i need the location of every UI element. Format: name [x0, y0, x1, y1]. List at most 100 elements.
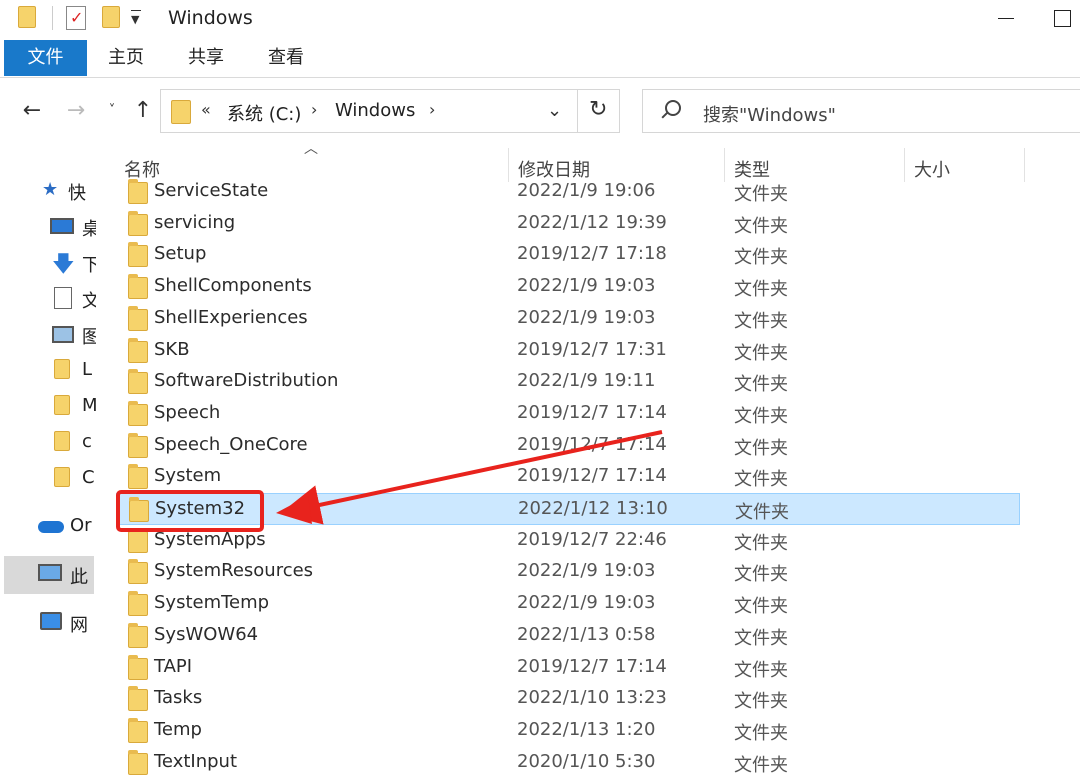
file-name: TextInput: [154, 750, 238, 772]
file-list: ︿ 名称 修改日期 类型 大小 ServiceState 2022/1/9 19:…: [108, 140, 1080, 775]
address-dropdown-icon[interactable]: ⌄: [547, 100, 562, 121]
nav-quick-access[interactable]: ★ 快: [0, 174, 100, 208]
minimize-button[interactable]: [994, 4, 1024, 34]
file-row[interactable]: Speech 2019/12/7 17:14 文件夹: [116, 398, 1020, 430]
file-row[interactable]: Speech_OneCore 2019/12/7 17:14 文件夹: [116, 430, 1020, 462]
nav-label: 桌: [82, 219, 96, 240]
folder-icon: [128, 527, 148, 553]
file-date-modified: 2019/12/7 17:14: [517, 465, 667, 487]
search-input[interactable]: 搜索"Windows": [703, 101, 836, 127]
back-button[interactable]: ←: [18, 96, 46, 126]
file-name: ShellExperiences: [154, 306, 308, 328]
file-type: 文件夹: [734, 754, 788, 775]
file-date-modified: 2022/1/9 19:03: [517, 275, 656, 297]
file-date-modified: 2022/1/9 19:06: [517, 180, 656, 201]
folder-icon: [128, 559, 148, 585]
file-name: Speech: [154, 401, 221, 423]
nav-label: 快: [68, 183, 86, 204]
file-row[interactable]: SKB 2019/12/7 17:31 文件夹: [116, 335, 1020, 367]
file-name: SoftwareDistribution: [154, 370, 339, 392]
file-row[interactable]: SystemResources 2022/1/9 19:03 文件夹: [116, 556, 1020, 588]
folder-icon: [128, 591, 148, 617]
file-row[interactable]: ServiceState 2022/1/9 19:06 文件夹: [116, 176, 1020, 208]
nav-folder-c2[interactable]: C: [0, 462, 100, 496]
document-icon: [54, 287, 72, 309]
file-name: Setup: [154, 243, 207, 265]
file-name: TAPI: [154, 655, 193, 677]
file-date-modified: 2022/1/9 19:11: [517, 370, 656, 392]
nav-folder-c[interactable]: c: [0, 426, 100, 460]
folder-icon: [54, 431, 70, 451]
file-row[interactable]: System 2019/12/7 17:14 文件夹: [116, 461, 1020, 493]
file-date-modified: 2019/12/7 17:14: [517, 433, 667, 455]
folder-icon: [128, 622, 148, 648]
search-box[interactable]: 搜索"Windows": [642, 89, 1080, 133]
file-row[interactable]: Setup 2019/12/7 17:18 文件夹: [116, 239, 1020, 271]
file-name: SysWOW64: [154, 623, 259, 645]
file-row[interactable]: TextInput 2020/1/10 5:30 文件夹: [116, 747, 1020, 775]
nav-label: 下: [82, 255, 96, 276]
file-date-modified: 2022/1/9 19:03: [517, 592, 656, 614]
navigation-pane: ★ 快 桌 🡇 下 文 图 L M c C Or 此 网: [0, 150, 100, 775]
nav-label: Or: [70, 515, 92, 536]
forward-button[interactable]: →: [62, 96, 90, 126]
file-row[interactable]: SoftwareDistribution 2022/1/9 19:11 文件夹: [116, 366, 1020, 398]
file-name: Temp: [154, 718, 202, 740]
nav-pictures[interactable]: 图: [0, 318, 100, 352]
file-row[interactable]: Tasks 2022/1/10 13:23 文件夹: [116, 683, 1020, 715]
breadcrumb-overflow[interactable]: «: [201, 100, 211, 119]
folder-icon: [171, 100, 191, 124]
breadcrumb-chevron-icon[interactable]: ›: [429, 100, 435, 119]
file-row[interactable]: Temp 2022/1/13 1:20 文件夹: [116, 715, 1020, 747]
nav-onedrive[interactable]: Or: [0, 510, 100, 544]
sort-ascending-icon: ︿: [304, 141, 318, 157]
quick-access-separator: [52, 6, 53, 30]
nav-label: c: [82, 431, 92, 452]
up-button[interactable]: ↑: [130, 96, 156, 126]
maximize-button[interactable]: [1050, 4, 1080, 34]
title-bar: ▼ Windows: [0, 0, 1080, 38]
folder-icon: [128, 400, 148, 426]
properties-icon[interactable]: [66, 6, 86, 30]
breadcrumb-chevron-icon[interactable]: ›: [311, 100, 317, 119]
file-type: 文件夹: [734, 532, 788, 554]
recent-locations-chevron-icon[interactable]: ˅: [104, 96, 120, 126]
refresh-icon[interactable]: ↻: [589, 97, 607, 122]
folder-icon: [128, 210, 148, 236]
file-name: servicing: [154, 211, 236, 233]
nav-folder-m[interactable]: M: [0, 390, 100, 424]
nav-this-pc[interactable]: 此: [4, 556, 94, 594]
address-bar[interactable]: « 系统 (C:) › Windows › ⌄ ↻: [160, 89, 620, 133]
breadcrumb-drive[interactable]: 系统 (C:): [227, 100, 301, 126]
folder-icon: [128, 654, 148, 680]
folder-icon: [128, 686, 148, 712]
quick-access-dropdown-icon[interactable]: ▼: [131, 10, 141, 26]
column-divider[interactable]: [1024, 148, 1025, 182]
file-row[interactable]: ShellExperiences 2022/1/9 19:03 文件夹: [116, 303, 1020, 335]
nav-documents[interactable]: 文: [0, 282, 100, 316]
nav-desktop[interactable]: 桌: [0, 210, 100, 244]
nav-folder-l[interactable]: L: [0, 354, 100, 388]
file-date-modified: 2019/12/7 17:14: [517, 655, 667, 677]
file-row[interactable]: TAPI 2019/12/7 17:14 文件夹: [116, 652, 1020, 684]
tab-view[interactable]: 查看: [268, 40, 304, 76]
tab-home[interactable]: 主页: [108, 40, 144, 76]
nav-label: C: [82, 467, 95, 488]
file-row[interactable]: SysWOW64 2022/1/13 0:58 文件夹: [116, 620, 1020, 652]
file-row[interactable]: ShellComponents 2022/1/9 19:03 文件夹: [116, 271, 1020, 303]
tab-file[interactable]: 文件: [4, 40, 87, 76]
nav-network[interactable]: 网: [0, 606, 100, 640]
folder-icon: [128, 369, 148, 395]
breadcrumb-windows[interactable]: Windows: [335, 100, 415, 121]
this-pc-icon: [38, 564, 62, 581]
file-row[interactable]: SystemTemp 2022/1/9 19:03 文件夹: [116, 588, 1020, 620]
new-folder-icon[interactable]: [102, 6, 120, 28]
file-row[interactable]: servicing 2022/1/12 19:39 文件夹: [116, 208, 1020, 240]
window-title: Windows: [168, 7, 253, 29]
nav-downloads[interactable]: 🡇 下: [0, 246, 100, 280]
file-name: SKB: [154, 338, 190, 360]
file-type: 文件夹: [734, 405, 788, 427]
file-type: 文件夹: [735, 502, 789, 523]
tab-share[interactable]: 共享: [188, 40, 224, 76]
folder-icon: [128, 432, 148, 458]
